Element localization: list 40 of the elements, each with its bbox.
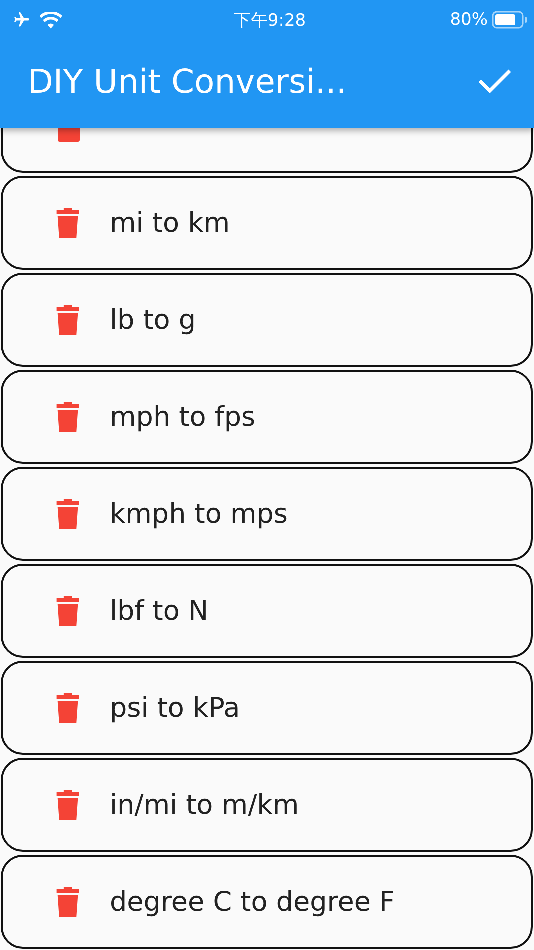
delete-button[interactable] — [56, 693, 80, 723]
conversion-card[interactable]: mph to fps — [1, 370, 533, 464]
conversion-label: kmph to mps — [110, 498, 288, 530]
delete-button[interactable] — [56, 402, 80, 432]
battery-icon — [492, 11, 528, 29]
delete-button[interactable] — [56, 305, 80, 335]
trash-icon — [56, 305, 80, 335]
conversion-label: lb to g — [110, 304, 196, 336]
delete-button[interactable] — [56, 499, 80, 529]
trash-icon — [56, 693, 80, 723]
trash-icon — [56, 790, 80, 820]
delete-button[interactable] — [56, 208, 80, 238]
trash-icon — [56, 208, 80, 238]
trash-icon — [56, 887, 80, 917]
delete-button[interactable] — [56, 596, 80, 626]
trash-icon — [56, 499, 80, 529]
conversion-card[interactable]: psi to kPa — [1, 661, 533, 755]
conversion-label: degree C to degree F — [110, 886, 396, 918]
conversion-label: mph to fps — [110, 402, 256, 432]
status-time: 下午9:28 — [234, 10, 306, 32]
app-title: DIY Unit Conversi... — [28, 62, 347, 100]
conversion-card[interactable]: in/mi to m/km — [1, 758, 533, 852]
conversion-card[interactable]: kmph to mps — [1, 467, 533, 561]
delete-button[interactable] — [56, 887, 80, 917]
conversion-label: mi to km — [110, 208, 230, 238]
conversion-card[interactable]: lbf to N — [1, 564, 533, 658]
conversion-label: lbf to N — [110, 596, 209, 626]
conversion-card[interactable]: lb to g — [1, 273, 533, 367]
wifi-icon — [40, 12, 62, 28]
delete-button[interactable] — [56, 790, 80, 820]
conversion-label: in/mi to m/km — [110, 790, 300, 820]
conversion-label: psi to kPa — [110, 692, 240, 724]
trash-icon — [56, 402, 80, 432]
airplane-icon — [12, 11, 32, 29]
conversion-card[interactable]: mi to km — [1, 176, 533, 270]
trash-icon — [56, 596, 80, 626]
conversion-card[interactable] — [1, 128, 533, 173]
check-icon[interactable] — [478, 68, 512, 94]
battery-percent: 80% — [450, 10, 488, 30]
conversion-card[interactable]: degree C to degree F — [1, 855, 533, 949]
